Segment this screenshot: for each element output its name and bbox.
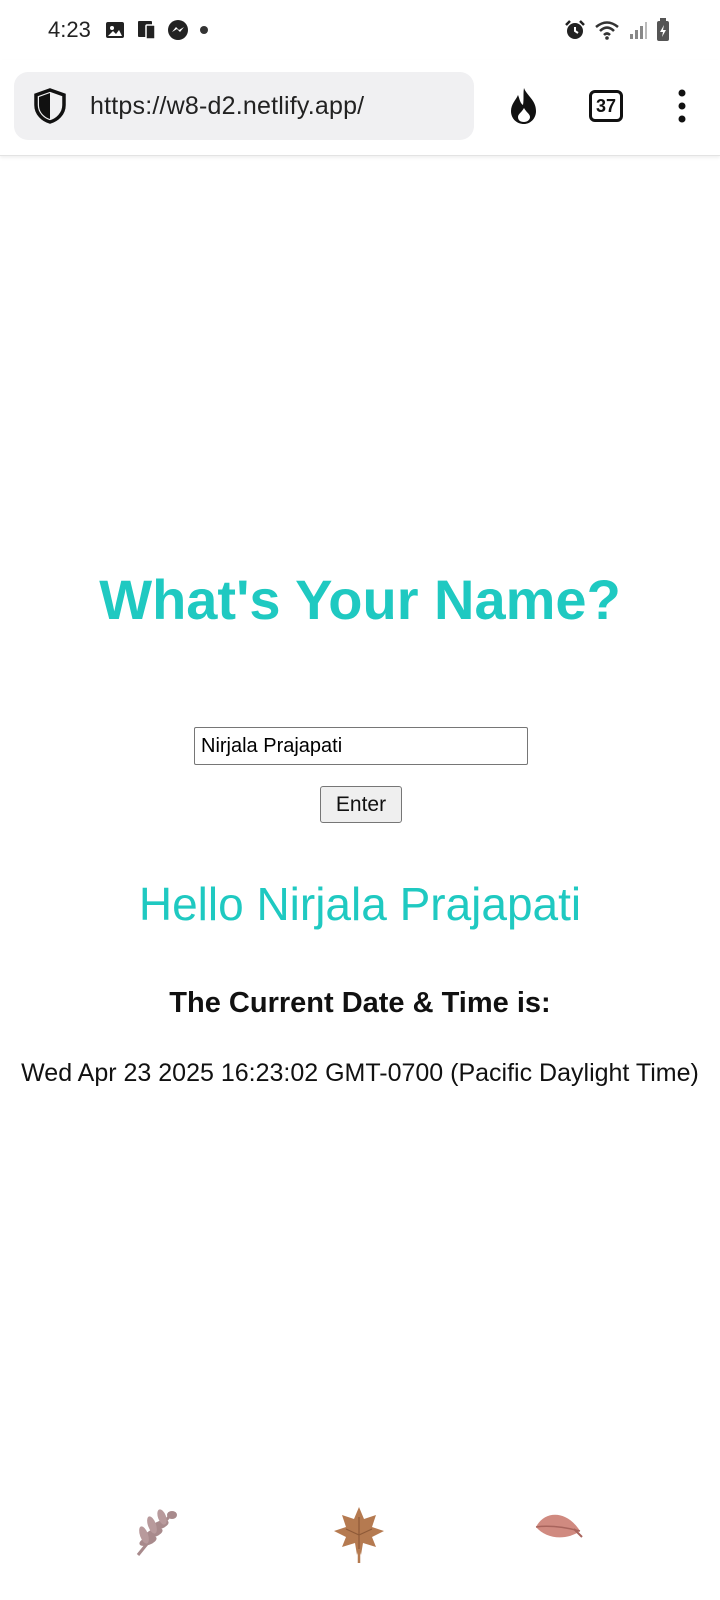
wifi-icon (594, 19, 620, 41)
alarm-icon (564, 19, 586, 41)
dot-icon (199, 25, 209, 35)
datetime-heading: The Current Date & Time is: (169, 987, 551, 1019)
status-time: 4:23 (48, 17, 91, 42)
tabs-icon[interactable]: 37 (589, 90, 623, 122)
name-input[interactable] (194, 727, 528, 765)
url-text[interactable]: https://w8-d2.netlify.app/ (90, 92, 364, 121)
status-right (564, 18, 670, 42)
leaf-fern-icon (132, 1505, 182, 1564)
enter-button[interactable]: Enter (320, 786, 402, 823)
signal-icon (628, 20, 648, 40)
battery-icon (656, 18, 670, 42)
page-title: What's Your Name? (99, 568, 621, 631)
greeting-text: Hello Nirjala Prajapati (138, 878, 582, 930)
tabs-button[interactable]: 37 (578, 78, 634, 134)
status-left: 4:23 (48, 17, 209, 43)
flame-icon[interactable] (507, 86, 541, 126)
browser-toolbar: https://w8-d2.netlify.app/ 37 (0, 60, 720, 156)
gallery-icon (105, 20, 125, 40)
datetime-value: Wed Apr 23 2025 16:23:02 GMT-0700 (Pacif… (21, 1059, 699, 1087)
shield-icon[interactable] (32, 87, 68, 125)
more-icon[interactable] (677, 88, 687, 124)
flame-button[interactable] (496, 78, 552, 134)
messenger-icon (167, 19, 189, 41)
leaf-oval-icon (534, 1505, 584, 1550)
leaf-maple-icon (332, 1505, 386, 1568)
more-menu-button[interactable] (654, 78, 710, 134)
url-bar[interactable]: https://w8-d2.netlify.app/ (14, 72, 474, 140)
leaves-decoration (0, 1505, 720, 1585)
cast-icon (135, 19, 157, 41)
status-bar: 4:23 (0, 0, 720, 60)
